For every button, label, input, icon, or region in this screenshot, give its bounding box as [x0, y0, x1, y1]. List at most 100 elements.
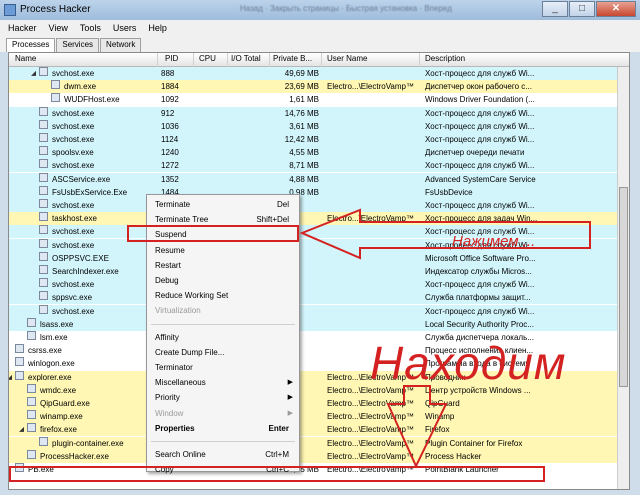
table-row[interactable]: svchost.exe Хост-процесс для служб Wi...	[9, 278, 619, 292]
process-name-cell: WUDFHost.exe	[64, 95, 120, 105]
table-row[interactable]: svchost.exe 1036 3,61 MB Хост-процесс для с…	[9, 119, 619, 133]
user-name-cell: Electro...\ElectroVamp™	[327, 399, 414, 408]
menu-separator	[151, 441, 295, 442]
menu-view[interactable]: View	[43, 23, 74, 33]
close-button[interactable]: ✕	[596, 1, 636, 17]
process-name-cell: winlogon.exe	[28, 359, 75, 369]
column-header-cpu[interactable]: CPU	[199, 54, 216, 63]
description-cell: Local Security Authority Proc...	[425, 319, 534, 329]
process-icon	[39, 212, 48, 222]
pid-cell: 1036	[161, 121, 179, 131]
column-header-name[interactable]: Name	[15, 54, 36, 63]
menu-hacker[interactable]: Hacker	[2, 23, 43, 33]
vertical-scrollbar[interactable]	[617, 67, 629, 489]
table-row[interactable]: FsUsbExService.Exe 1484 0,98 MB FsUsbDevice	[9, 185, 619, 199]
description-cell: Хост-процесс для служб Wi...	[425, 306, 535, 316]
context-menu-shortcut: Del	[276, 200, 289, 209]
table-row[interactable]: ◢ firefox.exe Electro...\ElectroVamp™ Firef…	[9, 423, 619, 437]
process-name-cell: csrss.exe	[28, 346, 62, 356]
table-row[interactable]: OSPPSVC.EXE Microsoft Office Software Pro…	[9, 251, 619, 265]
minimize-button[interactable]: _	[542, 1, 568, 17]
tab-services[interactable]: Services	[56, 38, 100, 52]
context-menu-item-affinity[interactable]: Affinity	[147, 330, 299, 345]
menu-users[interactable]: Users	[107, 23, 143, 33]
context-menu-item-miscellaneous[interactable]: Miscellaneous ▶	[147, 375, 299, 390]
column-divider[interactable]	[321, 53, 322, 67]
context-menu-item-priority[interactable]: Priority ▶	[147, 390, 299, 405]
table-row[interactable]: svchost.exe 1124 12,42 MB Хост-процесс для …	[9, 133, 619, 146]
column-divider[interactable]	[157, 53, 158, 67]
table-row[interactable]: WUDFHost.exe 1092 1,61 MB Windows Driver Fo…	[9, 93, 619, 107]
menu-tools[interactable]: Tools	[74, 23, 107, 33]
process-name-cell: wmdc.exe	[40, 385, 77, 395]
column-header-private-bytes[interactable]: Private B...	[273, 54, 312, 63]
context-menu-label: Terminate Tree	[155, 215, 209, 225]
table-row[interactable]: sppsvc.exe Служба платформы защит...	[9, 291, 619, 305]
context-menu-item-search-online[interactable]: Search Online Ctrl+M	[147, 447, 299, 462]
description-cell: Firefox	[425, 425, 450, 435]
context-menu-item-restart[interactable]: Restart	[147, 258, 299, 273]
context-menu-label: Restart	[155, 260, 181, 270]
column-header-user-name[interactable]: User Name	[327, 54, 367, 63]
column-divider[interactable]	[193, 53, 194, 67]
table-row[interactable]: lsass.exe Local Security Authority Proc..…	[9, 317, 619, 331]
process-icon	[39, 159, 48, 169]
tree-collapse-icon[interactable]: ◢	[31, 67, 36, 80]
process-icon	[39, 199, 48, 208]
process-icon	[15, 357, 24, 367]
process-icon	[15, 344, 24, 354]
process-icon	[39, 146, 48, 156]
table-row[interactable]: ASCService.exe 1352 4,88 MB Advanced System…	[9, 172, 619, 186]
table-row[interactable]: dwm.exe 1884 23,69 MB Electro...\ElectroVam…	[9, 80, 619, 94]
column-divider[interactable]	[269, 53, 270, 67]
table-row[interactable]: SearchIndexer.exe Индексатор службы Micro…	[9, 265, 619, 278]
user-name-cell: Electro...\ElectroVamp™	[327, 82, 414, 92]
tree-collapse-icon[interactable]: ◢	[9, 371, 12, 384]
context-menu-item-properties[interactable]: Properties Enter	[147, 421, 299, 436]
private-bytes-cell: 4,88 MB	[289, 174, 319, 184]
tab-processes[interactable]: Processes	[6, 38, 56, 52]
context-menu-item-create-dump-file[interactable]: Create Dump File...	[147, 345, 299, 360]
private-bytes-cell: 23,69 MB	[284, 82, 319, 92]
table-row[interactable]: svchost.exe 912 14,76 MB Хост-процесс для с…	[9, 106, 619, 120]
table-row[interactable]: taskhost.exe Electro...\ElectroVamp™ Хост-…	[9, 212, 619, 226]
process-list[interactable]: Name PID CPU I/O Total Private B... User…	[8, 52, 630, 490]
column-divider[interactable]	[227, 53, 228, 67]
submenu-arrow-icon: ▶	[287, 409, 293, 417]
context-menu-item-terminate[interactable]: Terminate Del	[147, 197, 299, 212]
column-header-description[interactable]: Description	[425, 54, 465, 63]
context-menu-item-resume[interactable]: Resume	[147, 243, 299, 258]
table-row[interactable]: svchost.exe 1272 8,71 MB Хост-процесс для с…	[9, 159, 619, 173]
process-icon	[15, 370, 24, 380]
menu-help[interactable]: Help	[142, 23, 173, 33]
pid-cell: 1272	[161, 161, 179, 171]
table-row[interactable]: plugin-container.exe Electro...\ElectroVa…	[9, 436, 619, 450]
table-row[interactable]: winamp.exe Electro...\ElectroVamp™ Winamp	[9, 410, 619, 424]
tab-network[interactable]: Network	[100, 38, 142, 52]
annotation-click-text: Нажимем ...	[452, 233, 536, 250]
scrollbar-thumb[interactable]	[619, 187, 628, 387]
tree-collapse-icon[interactable]: ◢	[19, 423, 24, 436]
description-cell: Microsoft Office Software Pro...	[425, 253, 536, 263]
context-menu-item-virtualization: Virtualization	[147, 303, 299, 318]
process-icon	[27, 383, 36, 393]
context-menu-item-terminator[interactable]: Terminator	[147, 360, 299, 375]
table-row[interactable]: svchost.exe Хост-процесс для служб Wi...	[9, 304, 619, 318]
title-bar[interactable]: Process Hacker Назад · Закрыть страницы …	[0, 0, 640, 20]
maximize-button[interactable]: □	[569, 1, 595, 17]
process-icon	[51, 80, 60, 90]
description-cell: Хост-процесс для служб Wi...	[425, 201, 535, 210]
table-row[interactable]: QipGuard.exe Electro...\ElectroVamp™ QipGu…	[9, 397, 619, 410]
process-name-cell: SearchIndexer.exe	[52, 267, 119, 276]
context-menu-item-debug[interactable]: Debug	[147, 273, 299, 288]
context-menu-item-reduce-working-set[interactable]: Reduce Working Set	[147, 288, 299, 303]
column-divider[interactable]	[419, 53, 420, 67]
process-name-cell: taskhost.exe	[52, 214, 97, 224]
column-header-pid[interactable]: PID	[165, 54, 178, 63]
table-row[interactable]: ProcessHacker.exe Electro...\ElectroVamp™…	[9, 449, 619, 463]
table-row[interactable]: svchost.exe Хост-процесс для служб Wi...	[9, 199, 619, 212]
table-row[interactable]: spoolsv.exe 1240 4,55 MB Диспетчер очереди …	[9, 146, 619, 160]
column-header-io-total[interactable]: I/O Total	[231, 54, 261, 63]
table-row[interactable]: ◢ svchost.exe 888 49,69 MB Хост-процесс для …	[9, 67, 619, 80]
description-cell: Хост-процесс для служб Wi...	[425, 121, 535, 131]
